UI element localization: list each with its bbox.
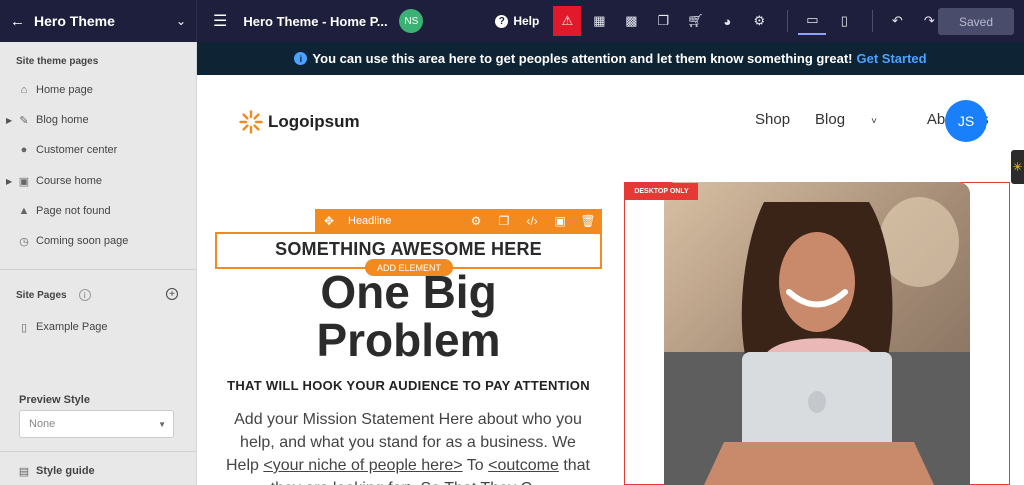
mission-outcome-link: <outcome bbox=[488, 457, 559, 474]
mission-statement[interactable]: Add your Mission Statement Here about wh… bbox=[222, 408, 594, 485]
expand-caret-icon[interactable]: ▶ bbox=[6, 177, 16, 186]
page-title: Hero Theme - Home P... bbox=[243, 13, 388, 29]
preview-style-value: None bbox=[29, 418, 56, 430]
preview-style-select[interactable]: None ▼ bbox=[19, 410, 174, 438]
save-icon[interactable]: ▣ bbox=[546, 214, 574, 228]
sidebar-divider bbox=[0, 451, 196, 452]
add-page-icon[interactable]: + bbox=[166, 288, 178, 300]
sidebar-item-home-page[interactable]: ⌂ Home page bbox=[0, 79, 196, 101]
sidebar-item-label: Home page bbox=[36, 84, 93, 96]
sidebar-item-page-not-found[interactable]: ▲ Page not found bbox=[0, 200, 196, 222]
undo-icon[interactable]: ↶ bbox=[883, 7, 911, 35]
site-logo[interactable]: Logoipsum bbox=[239, 110, 360, 134]
help-icon: ? bbox=[495, 14, 509, 28]
help-label: Help bbox=[513, 14, 540, 28]
style-guide-label: Style guide bbox=[36, 465, 95, 477]
saved-button[interactable]: Saved bbox=[938, 8, 1014, 35]
qr-icon[interactable]: ▩ bbox=[617, 7, 645, 35]
get-started-link[interactable]: Get Started bbox=[857, 51, 927, 66]
chevron-down-icon: ▼ bbox=[158, 419, 166, 429]
site-header: Logoipsum Shop Blog˅ About Us JS bbox=[197, 75, 1024, 165]
back-arrow-icon[interactable]: ← bbox=[10, 13, 30, 30]
mobile-view-icon[interactable]: ▯ bbox=[830, 7, 858, 35]
cart-icon[interactable]: 🛒︎ bbox=[681, 7, 709, 35]
announcement-text: You can use this area here to get people… bbox=[312, 51, 853, 66]
nav-shop[interactable]: Shop bbox=[755, 111, 790, 128]
style-guide-item[interactable]: ▤ Style guide bbox=[0, 460, 196, 482]
settings-icon[interactable]: ⚙ bbox=[745, 7, 773, 35]
warning-icon: ▲ bbox=[18, 205, 30, 217]
user-icon: ● bbox=[20, 144, 28, 156]
page-icon: ▯ bbox=[20, 321, 28, 334]
sidebar-item-coming-soon[interactable]: ◷ Coming soon page bbox=[0, 230, 196, 252]
style-guide-icon: ▤ bbox=[18, 465, 30, 478]
hero-title-line: Problem bbox=[316, 314, 501, 366]
trash-icon[interactable]: 🗑︎ bbox=[574, 214, 602, 228]
sidebar-item-label: Example Page bbox=[36, 321, 108, 333]
sidebar-item-customer-center[interactable]: ● Customer center bbox=[0, 139, 196, 161]
sidebar-item-label: Customer center bbox=[36, 144, 118, 156]
sidebar-item-label: Blog home bbox=[36, 114, 89, 126]
hero-title-line: One Big bbox=[320, 266, 497, 318]
chevron-down-icon[interactable]: ⌄ bbox=[176, 14, 186, 28]
warning-icon[interactable]: ⚠ bbox=[553, 6, 582, 36]
announcement-bar: i You can use this area here to get peop… bbox=[197, 42, 1024, 75]
account-avatar[interactable]: JS bbox=[945, 100, 987, 142]
site-pages-heading: Site Pages i bbox=[16, 289, 91, 301]
theme-pages-heading: Site theme pages bbox=[16, 56, 99, 67]
chevron-down-icon: ˅ bbox=[871, 116, 877, 127]
sidebar: Site theme pages ⌂ Home page ▶ ✎ Blog hom… bbox=[0, 42, 197, 485]
sidebar-item-blog-home[interactable]: ▶ ✎ Blog home bbox=[0, 109, 196, 131]
code-icon[interactable]: ‹/› bbox=[518, 214, 546, 228]
headline-text[interactable]: SOMETHING AWESOME HERE bbox=[215, 239, 602, 260]
nav-blog-label: Blog bbox=[815, 111, 846, 128]
home-icon: ⌂ bbox=[20, 84, 28, 96]
top-toolbar: ← Hero Theme ⌄ ☰ Hero Theme - Home P... … bbox=[0, 0, 1024, 42]
sidebar-item-label: Page not found bbox=[36, 205, 111, 217]
site-title: Hero Theme bbox=[34, 13, 115, 29]
nav-blog[interactable]: Blog ˅ bbox=[815, 111, 902, 128]
hero-photo[interactable] bbox=[664, 182, 970, 485]
info-icon[interactable]: i bbox=[78, 289, 91, 301]
help-button[interactable]: ? Help bbox=[495, 14, 539, 28]
settings-icon[interactable]: ⚙ bbox=[462, 214, 490, 228]
mission-text: To bbox=[466, 457, 484, 474]
site-selector[interactable]: ← Hero Theme ⌄ bbox=[0, 0, 197, 42]
sidebar-item-label: Course home bbox=[36, 175, 103, 187]
user-avatar[interactable]: NS bbox=[399, 9, 424, 33]
course-icon: ▣ bbox=[18, 175, 30, 188]
logo-text: Logoipsum bbox=[268, 112, 360, 131]
info-icon: i bbox=[294, 52, 308, 65]
move-icon[interactable]: ✥ bbox=[324, 214, 340, 228]
menu-icon[interactable]: ☰ bbox=[213, 11, 227, 31]
desktop-view-icon[interactable]: ▭ bbox=[798, 7, 827, 35]
side-panel-toggle-icon[interactable]: ✳ bbox=[1011, 150, 1024, 184]
mission-niche-link: <your niche of people here> bbox=[263, 457, 463, 474]
duplicate-icon[interactable]: ❐ bbox=[490, 214, 518, 228]
layout-icon[interactable]: ▦ bbox=[585, 7, 613, 35]
toolbar-divider bbox=[872, 10, 874, 32]
site-pages-label: Site Pages bbox=[16, 289, 67, 301]
preview-style-label: Preview Style bbox=[19, 394, 90, 406]
woman-with-laptop-image bbox=[664, 182, 970, 485]
sidebar-item-label: Coming soon page bbox=[36, 235, 129, 247]
headline-toolbar: ✥ Headline ⚙ ❐ ‹/› ▣ 🗑︎ bbox=[315, 209, 602, 232]
sidebar-divider bbox=[0, 269, 196, 270]
pages-icon[interactable]: ❐ bbox=[649, 7, 677, 35]
hero-subtitle[interactable]: THAT WILL HOOK YOUR AUDIENCE TO PAY ATTE… bbox=[210, 378, 607, 393]
desktop-only-badge: DESKTOP ONLY bbox=[625, 183, 698, 200]
logo-sun-icon bbox=[239, 110, 263, 134]
clock-icon: ◷ bbox=[19, 235, 29, 248]
toolbar-divider bbox=[787, 10, 789, 32]
palette-icon[interactable]: ◕ bbox=[713, 7, 741, 35]
sidebar-item-course-home[interactable]: ▶ ▣ Course home bbox=[0, 170, 196, 192]
sidebar-item-example-page[interactable]: ▯ Example Page bbox=[0, 316, 196, 338]
hero-title[interactable]: One Big Problem bbox=[215, 268, 602, 364]
expand-caret-icon[interactable]: ▶ bbox=[6, 116, 16, 125]
blog-icon: ✎ bbox=[19, 114, 29, 127]
headline-toolbar-label: Headline bbox=[348, 214, 392, 227]
